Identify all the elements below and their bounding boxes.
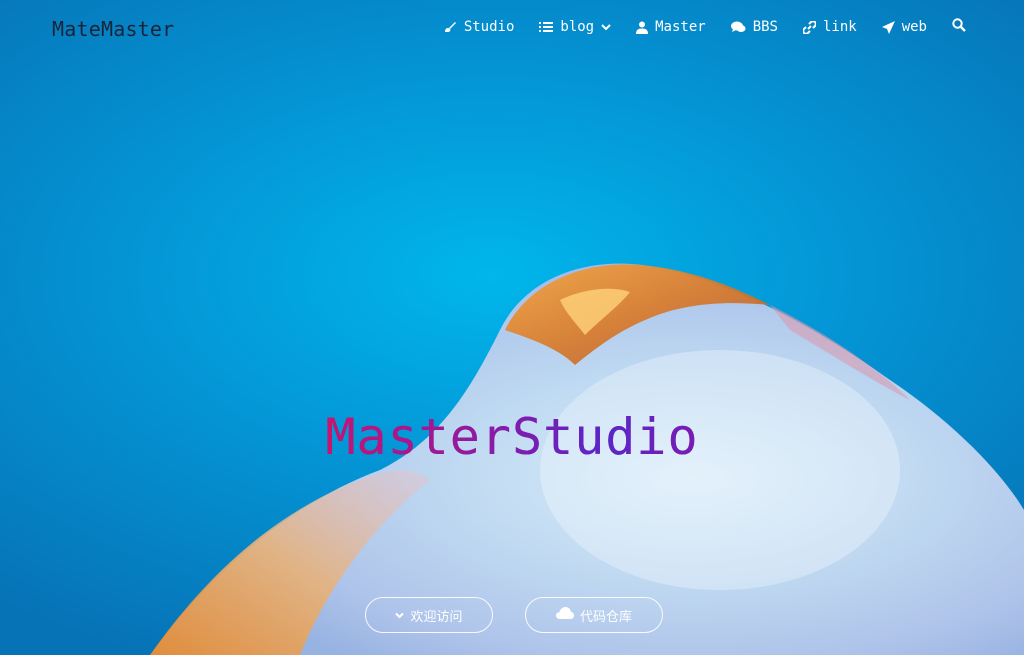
palette-icon xyxy=(443,20,457,34)
paper-plane-icon xyxy=(881,20,895,34)
nav-menu: Studio blog Master BBS link web xyxy=(443,18,966,36)
button-label: 欢迎访问 xyxy=(410,609,463,625)
code-repo-button[interactable]: 代码仓库 xyxy=(525,597,663,633)
nav-item-web[interactable]: web xyxy=(881,19,927,35)
cloud-icon xyxy=(555,607,574,623)
hero-background-image xyxy=(150,263,1024,655)
nav-item-blog[interactable]: blog xyxy=(539,19,611,35)
search-button[interactable] xyxy=(952,18,966,36)
chevron-down-icon xyxy=(601,23,611,31)
nav-item-link[interactable]: link xyxy=(802,19,857,35)
nav-item-label: Studio xyxy=(463,19,515,35)
welcome-visit-button[interactable]: 欢迎访问 xyxy=(365,597,493,633)
nav-item-label: web xyxy=(901,19,927,35)
nav-item-label: link xyxy=(822,19,857,35)
list-icon xyxy=(539,21,554,33)
nav-item-studio[interactable]: Studio xyxy=(443,19,515,35)
brand-logo-text[interactable]: MateMaster xyxy=(52,17,174,41)
nav-item-master[interactable]: Master xyxy=(636,19,706,35)
nav-item-label: blog xyxy=(560,19,595,35)
hero-title: MasterStudio xyxy=(0,408,1024,466)
chevron-down-icon xyxy=(395,608,405,623)
comments-icon xyxy=(730,21,746,33)
button-label: 代码仓库 xyxy=(579,609,632,625)
nav-item-label: BBS xyxy=(752,19,778,35)
nav-item-bbs[interactable]: BBS xyxy=(730,19,778,35)
search-icon xyxy=(952,18,966,36)
top-navbar: MateMaster Studio blog Master BBS link w… xyxy=(0,0,1024,56)
user-icon xyxy=(636,21,649,34)
nav-item-label: Master xyxy=(655,19,706,35)
link-icon xyxy=(802,20,816,34)
